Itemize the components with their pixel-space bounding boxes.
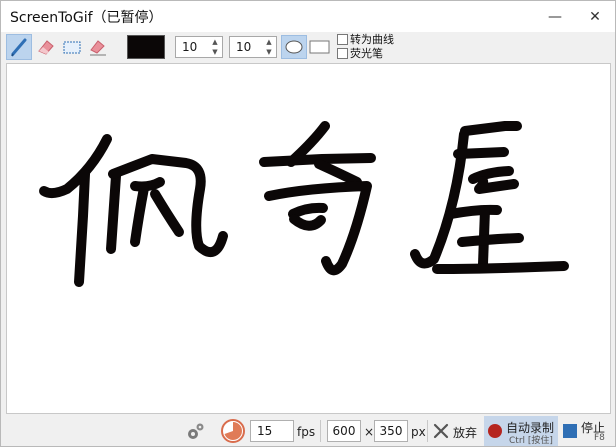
title-bar: ScreenToGif（已暂停） — ✕	[1, 1, 615, 32]
stepper-arrows: ▲ ▼	[208, 37, 222, 57]
minimize-button[interactable]: —	[535, 1, 575, 32]
capture-width-input[interactable]: 600	[327, 420, 361, 442]
pen-width-value: 10	[182, 40, 198, 54]
chevron-up-icon[interactable]: ▲	[208, 37, 222, 47]
discard-x-icon	[433, 423, 449, 439]
window-title: ScreenToGif（已暂停）	[10, 10, 163, 26]
separator	[320, 420, 321, 442]
gears-icon[interactable]	[185, 422, 205, 442]
rectangle-select-icon	[63, 41, 81, 54]
ellipse-icon	[285, 40, 303, 54]
pen-height-value: 10	[236, 40, 252, 54]
record-icon	[488, 424, 502, 438]
pen-tool-button[interactable]	[6, 34, 32, 60]
color-picker[interactable]	[127, 35, 165, 59]
handwritten-characters-drawing	[39, 121, 569, 287]
capture-height-value: 350	[379, 424, 403, 438]
pen-icon	[11, 38, 27, 57]
stroke-eraser-tool-button[interactable]	[85, 34, 111, 60]
discard-button[interactable]: 放弃	[431, 418, 481, 444]
chevron-down-icon[interactable]: ▼	[262, 47, 276, 57]
px-label: px	[411, 425, 426, 439]
stop-shortcut: F8	[594, 433, 605, 443]
chevron-up-icon[interactable]: ▲	[262, 37, 276, 47]
close-icon: ✕	[589, 8, 601, 25]
pen-width-stepper[interactable]: 10 ▲ ▼	[175, 36, 223, 58]
minimize-icon: —	[548, 8, 562, 25]
highlighter-label: 荧光笔	[350, 47, 383, 60]
fit-to-curve-checkbox[interactable]	[337, 34, 348, 45]
capture-width-value: 600	[332, 424, 356, 438]
select-tool-button[interactable]	[59, 34, 85, 60]
app-window: ScreenToGif（已暂停） — ✕ 10 ▲ ▼ 10 ▲ ▼ 转为曲线 …	[0, 0, 616, 447]
stepper-arrows: ▲ ▼	[262, 37, 276, 57]
separator	[427, 420, 428, 442]
fps-input[interactable]: 15	[250, 420, 294, 442]
eraser-icon	[38, 40, 54, 55]
auto-record-button[interactable]: 自动录制 Ctrl [按住]	[484, 416, 558, 446]
discard-label: 放弃	[453, 426, 478, 440]
fps-label: fps	[297, 425, 316, 439]
times-label: ×	[364, 425, 375, 439]
pen-height-stepper[interactable]: 10 ▲ ▼	[229, 36, 277, 58]
capture-height-input[interactable]: 350	[374, 420, 408, 442]
rectangle-tip-button[interactable]	[307, 35, 333, 59]
auto-record-shortcut: Ctrl [按住]	[509, 436, 553, 446]
rectangle-icon	[309, 40, 330, 54]
stop-button[interactable]: 停止 F8	[559, 416, 613, 446]
eraser-tool-button[interactable]	[33, 34, 59, 60]
stroke-eraser-icon	[90, 40, 106, 56]
frame-rate-icon	[221, 419, 245, 443]
fps-value: 15	[257, 424, 273, 438]
ellipse-tip-button[interactable]	[281, 35, 307, 59]
close-button[interactable]: ✕	[575, 1, 615, 32]
stop-icon	[563, 424, 577, 438]
chevron-down-icon[interactable]: ▼	[208, 47, 222, 57]
highlighter-checkbox[interactable]	[337, 48, 348, 59]
drawing-canvas[interactable]	[6, 63, 611, 414]
